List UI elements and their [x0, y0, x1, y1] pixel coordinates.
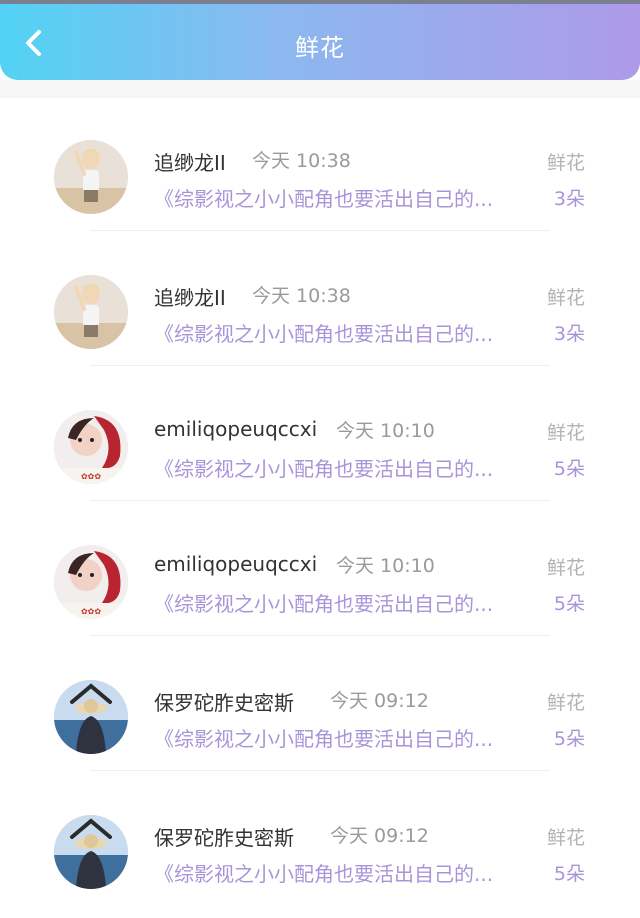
gift-type-label: 鲜花: [546, 692, 585, 714]
timestamp: 今天 10:38: [252, 285, 351, 307]
flower-gift-list: 追缈龙II 今天 10:38 《综影视之小小配角也要活出自己的... 鲜花 3朵…: [0, 98, 640, 908]
divider: [90, 230, 550, 231]
divider: [90, 770, 550, 771]
timestamp: 今天 09:12: [330, 825, 429, 847]
timestamp: 今天 10:38: [252, 150, 351, 172]
avatar[interactable]: [54, 680, 128, 754]
divider: [90, 500, 550, 501]
timestamp: 今天 10:10: [336, 555, 435, 577]
avatar-blonde-child-image: [54, 275, 128, 349]
gift-type-label: 鲜花: [546, 557, 585, 579]
gift-count: 5朵: [553, 593, 585, 615]
gift-count: 5朵: [553, 458, 585, 480]
avatar[interactable]: [54, 815, 128, 889]
gift-count: 3朵: [553, 323, 585, 345]
avatar[interactable]: ✿✿✿: [54, 545, 128, 619]
work-title-link[interactable]: 《综影视之小小配角也要活出自己的...: [154, 723, 532, 752]
avatar-red-hair-image: ✿✿✿: [54, 545, 128, 619]
gift-type-label: 鲜花: [546, 152, 585, 174]
work-title-link[interactable]: 《综影视之小小配角也要活出自己的...: [154, 858, 532, 887]
svg-text:✿✿✿: ✿✿✿: [81, 607, 101, 616]
avatar[interactable]: [54, 140, 128, 214]
work-title-link[interactable]: 《综影视之小小配角也要活出自己的...: [154, 318, 532, 347]
page-title: 鲜花: [295, 34, 345, 62]
list-item[interactable]: 保罗砣胙史密斯 今天 09:12 《综影视之小小配角也要活出自己的... 鲜花 …: [0, 773, 640, 908]
timestamp: 今天 09:12: [330, 690, 429, 712]
avatar[interactable]: ✿✿✿: [54, 410, 128, 484]
gift-count: 5朵: [553, 728, 585, 750]
user-name[interactable]: emiliqopeuqccxi: [154, 552, 317, 576]
gift-count: 5朵: [553, 863, 585, 885]
divider: [90, 635, 550, 636]
list-item[interactable]: ✿✿✿ emiliqopeuqccxi 今天 10:10 《综影视之小小配角也要…: [0, 368, 640, 503]
user-name[interactable]: emiliqopeuqccxi: [154, 417, 317, 441]
user-name[interactable]: 追缈龙II: [154, 147, 226, 176]
work-title-link[interactable]: 《综影视之小小配角也要活出自己的...: [154, 453, 532, 482]
list-item[interactable]: 追缈龙II 今天 10:38 《综影视之小小配角也要活出自己的... 鲜花 3朵: [0, 98, 640, 233]
user-name[interactable]: 保罗砣胙史密斯: [154, 687, 294, 716]
svg-text:✿✿✿: ✿✿✿: [81, 472, 101, 481]
avatar-red-hair-image: ✿✿✿: [54, 410, 128, 484]
divider: [90, 365, 550, 366]
gift-type-label: 鲜花: [546, 287, 585, 309]
timestamp: 今天 10:10: [336, 420, 435, 442]
list-item[interactable]: 保罗砣胙史密斯 今天 09:12 《综影视之小小配角也要活出自己的... 鲜花 …: [0, 638, 640, 773]
gift-type-label: 鲜花: [546, 422, 585, 444]
gift-count: 3朵: [553, 188, 585, 210]
work-title-link[interactable]: 《综影视之小小配角也要活出自己的...: [154, 183, 532, 212]
avatar-blonde-child-image: [54, 140, 128, 214]
avatar[interactable]: [54, 275, 128, 349]
list-item[interactable]: 追缈龙II 今天 10:38 《综影视之小小配角也要活出自己的... 鲜花 3朵: [0, 233, 640, 368]
user-name[interactable]: 追缈龙II: [154, 282, 226, 311]
list-item[interactable]: ✿✿✿ emiliqopeuqccxi 今天 10:10 《综影视之小小配角也要…: [0, 503, 640, 638]
work-title-link[interactable]: 《综影视之小小配角也要活出自己的...: [154, 588, 532, 617]
header-bar: 鲜花: [0, 4, 640, 80]
user-name[interactable]: 保罗砣胙史密斯: [154, 822, 294, 851]
avatar-sea-hat-image: [54, 815, 128, 889]
avatar-sea-hat-image: [54, 680, 128, 754]
gift-type-label: 鲜花: [546, 827, 585, 849]
header-shadow-band: [0, 80, 640, 98]
